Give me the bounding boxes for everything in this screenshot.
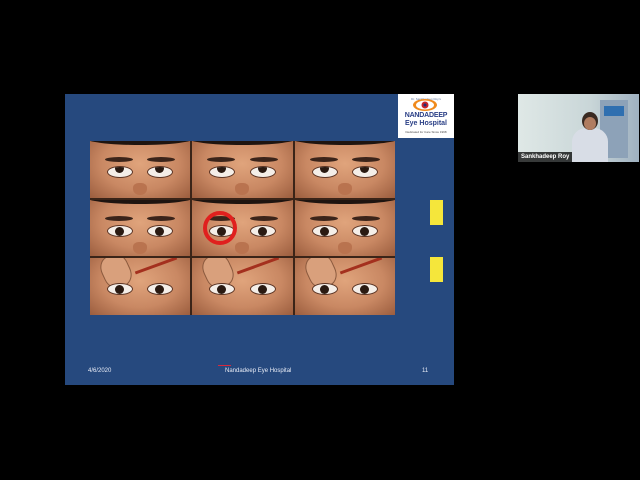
slide-number: 11	[422, 368, 429, 374]
logo-tagline: Dedicated for Care Since 1998	[405, 130, 447, 134]
participant-avatar	[570, 112, 610, 162]
eye-photo-2	[192, 141, 293, 198]
eye-logo-icon	[413, 99, 437, 111]
eye-photo-6	[294, 199, 395, 257]
eye-photo-7	[90, 258, 191, 315]
yellow-marker-bottom	[430, 257, 443, 282]
footer-accent-line	[218, 365, 231, 366]
participant-video-tile[interactable]: Sankhadeep Roy	[518, 94, 639, 162]
participant-name-label: Sankhadeep Roy	[518, 152, 573, 162]
logo-name-line1: NANDADEEP	[404, 112, 448, 119]
logo-name-line2: Eye Hospital	[404, 120, 447, 127]
slide-date: 4/6/2020	[88, 368, 112, 374]
yellow-marker-top	[430, 200, 443, 225]
eye-photo-4	[90, 199, 191, 257]
red-highlight-circle	[203, 211, 237, 245]
eye-photo-1	[90, 141, 191, 198]
slide-footer-text: Nandadeep Eye Hospital	[225, 368, 292, 374]
eye-photo-8	[192, 258, 293, 315]
eye-photo-9	[294, 258, 395, 315]
presentation-slide: Dr. Sankhadeep Roy's NANDADEEP Eye Hospi…	[65, 94, 454, 385]
eye-photo-grid	[90, 141, 395, 315]
hospital-logo: Dr. Sankhadeep Roy's NANDADEEP Eye Hospi…	[398, 94, 454, 138]
eye-photo-3	[294, 141, 395, 198]
